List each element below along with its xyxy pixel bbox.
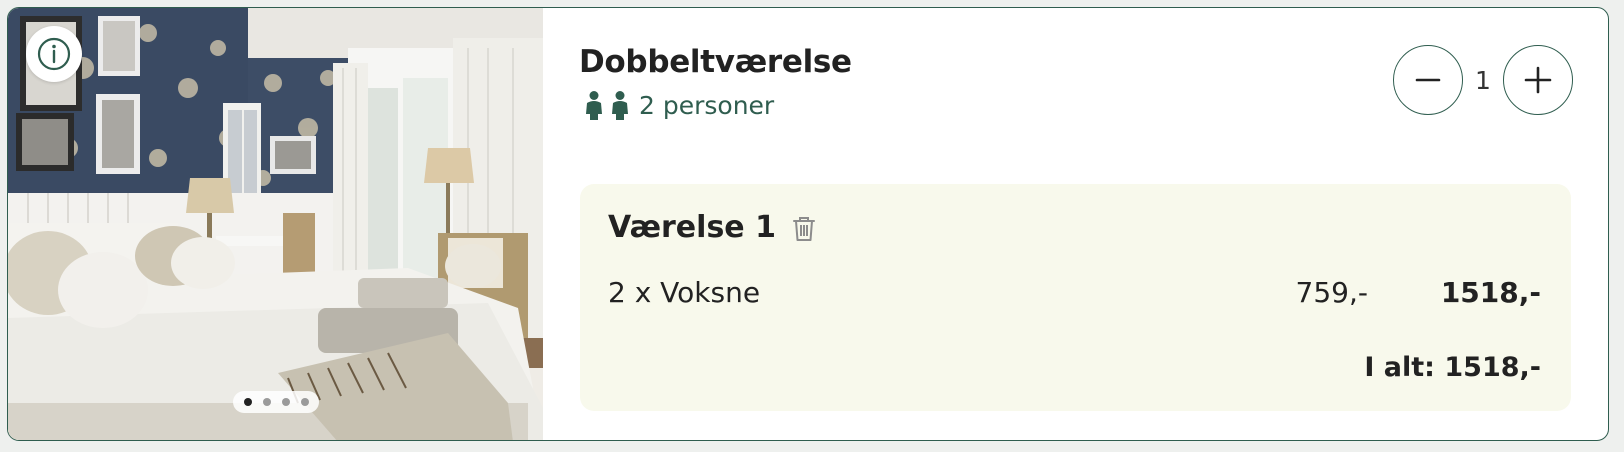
- room-summary-panel: Værelse 1 2 x Voksne 759,- 1518,- I alt:…: [580, 184, 1571, 411]
- room-summary-header: Værelse 1: [608, 210, 818, 245]
- person-icon: [612, 91, 628, 120]
- plus-icon: [1524, 66, 1552, 94]
- minus-icon: [1415, 78, 1441, 82]
- decrement-button[interactable]: [1393, 45, 1463, 115]
- trash-icon[interactable]: [790, 213, 818, 243]
- line-item-description: 2 x Voksne: [608, 276, 761, 309]
- carousel-dot-2[interactable]: [262, 398, 271, 406]
- room-summary-title: Værelse 1: [608, 210, 776, 245]
- quantity-value: 1: [1475, 65, 1491, 95]
- carousel-dot-3[interactable]: [281, 398, 290, 406]
- line-item-total: 1518,-: [1440, 276, 1541, 309]
- quantity-stepper: 1: [1393, 45, 1573, 115]
- person-icon: [586, 91, 602, 120]
- room-title: Dobbeltværelse: [579, 44, 852, 80]
- room-photo[interactable]: [8, 8, 543, 440]
- carousel-dot-1[interactable]: [243, 398, 252, 406]
- line-item-unit-price: 759,-: [1295, 276, 1368, 309]
- carousel-dots: [233, 391, 319, 413]
- carousel-dot-4[interactable]: [300, 398, 309, 406]
- info-icon: [37, 37, 71, 71]
- increment-button[interactable]: [1503, 45, 1573, 115]
- info-button[interactable]: [26, 26, 82, 82]
- room-card: Dobbeltværelse 2 personer 1 Værelse 1 2 …: [7, 7, 1609, 441]
- grand-total: I alt: 1518,-: [1364, 352, 1541, 383]
- occupancy: 2 personer: [583, 90, 774, 120]
- room-photo-image: [8, 8, 543, 440]
- occupancy-label: 2 personer: [639, 90, 775, 120]
